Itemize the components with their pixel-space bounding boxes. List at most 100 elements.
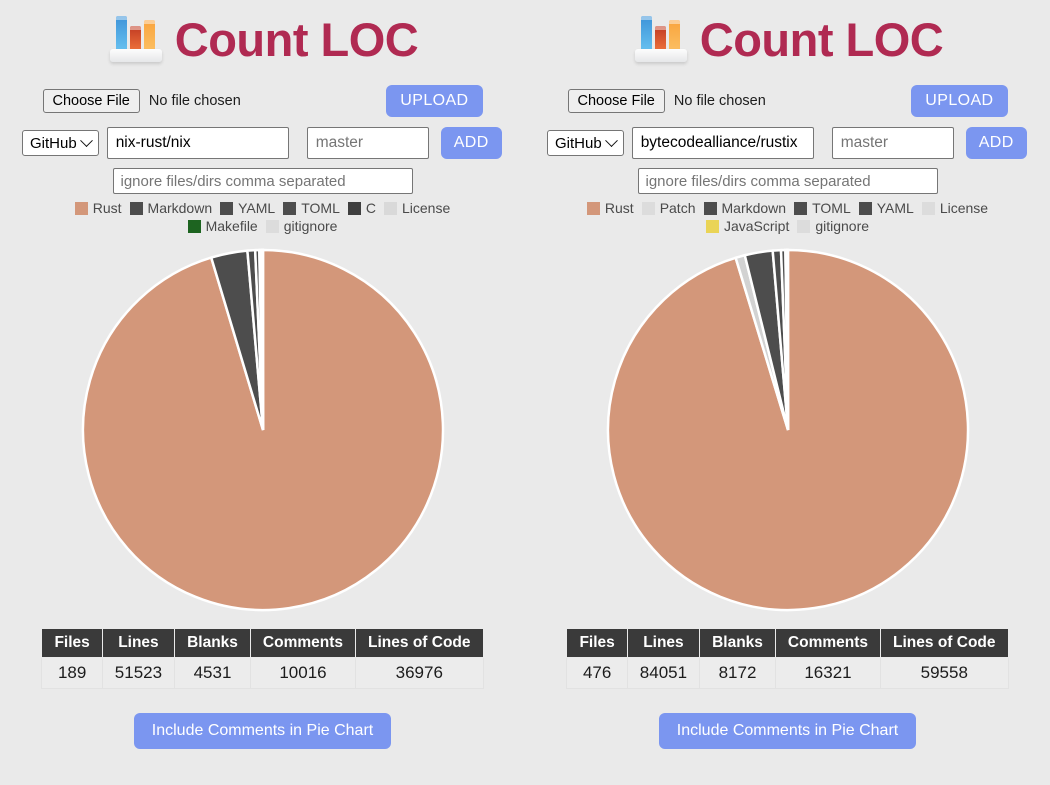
legend-swatch-icon: [705, 219, 719, 233]
provider-select[interactable]: GitHub: [22, 130, 99, 156]
bar-chart-icon: [107, 10, 165, 68]
panel-right: Count LOC Choose File No file chosen UPL…: [525, 0, 1050, 785]
legend-item-label: Markdown: [147, 200, 213, 216]
ignore-input[interactable]: [637, 168, 938, 194]
table-cell: 16321: [774, 657, 882, 689]
legend-swatch-icon: [283, 201, 297, 215]
legend-item[interactable]: YAML: [220, 200, 275, 216]
repo-input[interactable]: [106, 127, 289, 159]
stats-table: Files Lines Blanks Comments Lines of Code 476…: [566, 628, 1009, 689]
legend-item-label: Patch: [659, 200, 696, 216]
legend-item[interactable]: Rust: [586, 200, 634, 216]
upload-row: Choose File No file chosen UPLOAD: [567, 85, 1008, 117]
upload-row: Choose File No file chosen UPLOAD: [42, 85, 483, 117]
table-cell: 59558: [880, 657, 1009, 689]
legend-item[interactable]: gitignore: [265, 218, 338, 234]
table-header-row: Files Lines Blanks Comments Lines of Code: [41, 628, 484, 658]
choose-file-button[interactable]: Choose File: [42, 88, 140, 114]
include-comments-button[interactable]: Include Comments in Pie Chart: [658, 713, 917, 749]
table-cell: 84051: [626, 657, 701, 689]
file-status-label: No file chosen: [673, 93, 766, 109]
legend-swatch-icon: [586, 201, 600, 215]
legend-item[interactable]: Rust: [74, 200, 122, 216]
pie-chart-svg: [606, 248, 969, 612]
legend-swatch-icon: [74, 201, 88, 215]
legend-item[interactable]: C: [347, 200, 376, 216]
ignore-row: [10, 168, 515, 194]
repo-input[interactable]: [631, 127, 814, 159]
legend-item-label: License: [939, 200, 989, 216]
table-cell: 10016: [249, 657, 357, 689]
ignore-input[interactable]: [112, 168, 413, 194]
provider-select-label: GitHub: [555, 134, 602, 152]
upload-button[interactable]: UPLOAD: [386, 85, 483, 117]
legend-item[interactable]: YAML: [858, 200, 914, 216]
stats-table: Files Lines Blanks Comments Lines of Code 189…: [41, 628, 484, 689]
legend-item[interactable]: Patch: [641, 200, 696, 216]
ignore-row: [535, 168, 1040, 194]
legend-swatch-icon: [703, 201, 717, 215]
legend-item[interactable]: License: [921, 200, 989, 216]
legend-swatch-icon: [921, 201, 935, 215]
legend-item[interactable]: Markdown: [703, 200, 787, 216]
legend-item[interactable]: License: [383, 200, 451, 216]
legend-item-label: gitignore: [283, 218, 338, 234]
table-header-cell: Blanks: [174, 628, 251, 658]
page-title: Count LOC: [699, 12, 944, 66]
legend-item[interactable]: TOML: [794, 200, 851, 216]
provider-select[interactable]: GitHub: [547, 130, 624, 156]
legend-item-label: YAML: [238, 200, 276, 216]
legend-item-label: YAML: [876, 200, 914, 216]
legend-item[interactable]: Makefile: [187, 218, 258, 234]
legend-swatch-icon: [129, 201, 143, 215]
legend-item-label: Rust: [92, 200, 122, 216]
table-header-cell: Comments: [249, 628, 357, 658]
legend-item[interactable]: JavaScript: [705, 218, 790, 234]
legend-item[interactable]: gitignore: [797, 218, 869, 234]
legend-swatch-icon: [794, 201, 808, 215]
table-cell: 189: [41, 657, 103, 689]
add-button[interactable]: ADD: [965, 127, 1027, 159]
legend-swatch-icon: [641, 201, 655, 215]
chart-legend: Rust Patch Markdown TOML YAML License JavaScri…: [558, 200, 1018, 234]
table-cell: 4531: [174, 657, 251, 689]
table-cell: 8172: [699, 657, 776, 689]
legend-item[interactable]: Markdown: [129, 200, 213, 216]
legend-swatch-icon: [383, 201, 397, 215]
chevron-down-icon: [79, 133, 93, 147]
legend-swatch-icon: [858, 201, 872, 215]
legend-item-label: Rust: [604, 200, 634, 216]
repo-row: GitHub ADD: [535, 126, 1040, 160]
branch-input[interactable]: [831, 127, 954, 159]
branch-input[interactable]: [306, 127, 429, 159]
legend-swatch-icon: [220, 201, 234, 215]
legend-item-label: TOML: [812, 200, 851, 216]
legend-item-label: Makefile: [205, 218, 258, 234]
table-header-cell: Lines: [101, 628, 176, 658]
table-cell: 51523: [101, 657, 176, 689]
choose-file-button[interactable]: Choose File: [567, 88, 665, 114]
brand-header: Count LOC: [107, 6, 419, 72]
table-cell: 36976: [355, 657, 484, 689]
table-header-cell: Lines of Code: [355, 628, 484, 658]
pie-chart: [598, 240, 978, 620]
panel-left: Count LOC Choose File No file chosen UPL…: [0, 0, 525, 785]
pie-chart-svg: [81, 248, 444, 612]
legend-item-label: TOML: [301, 200, 340, 216]
add-button[interactable]: ADD: [440, 127, 502, 159]
legend-item-label: Markdown: [721, 200, 787, 216]
legend-item-label: JavaScript: [723, 218, 790, 234]
legend-swatch-icon: [187, 219, 201, 233]
table-header-cell: Comments: [774, 628, 882, 658]
table-row: 476 84051 8172 16321 59558: [566, 657, 1009, 689]
legend-swatch-icon: [265, 219, 279, 233]
table-row: 189 51523 4531 10016 36976: [41, 657, 484, 689]
repo-row: GitHub ADD: [10, 126, 515, 160]
include-comments-button[interactable]: Include Comments in Pie Chart: [133, 713, 392, 749]
pie-chart: [73, 240, 453, 620]
legend-item-label: License: [401, 200, 451, 216]
table-header-cell: Blanks: [699, 628, 776, 658]
upload-button[interactable]: UPLOAD: [911, 85, 1008, 117]
table-header-cell: Files: [41, 628, 103, 658]
legend-item[interactable]: TOML: [283, 200, 340, 216]
